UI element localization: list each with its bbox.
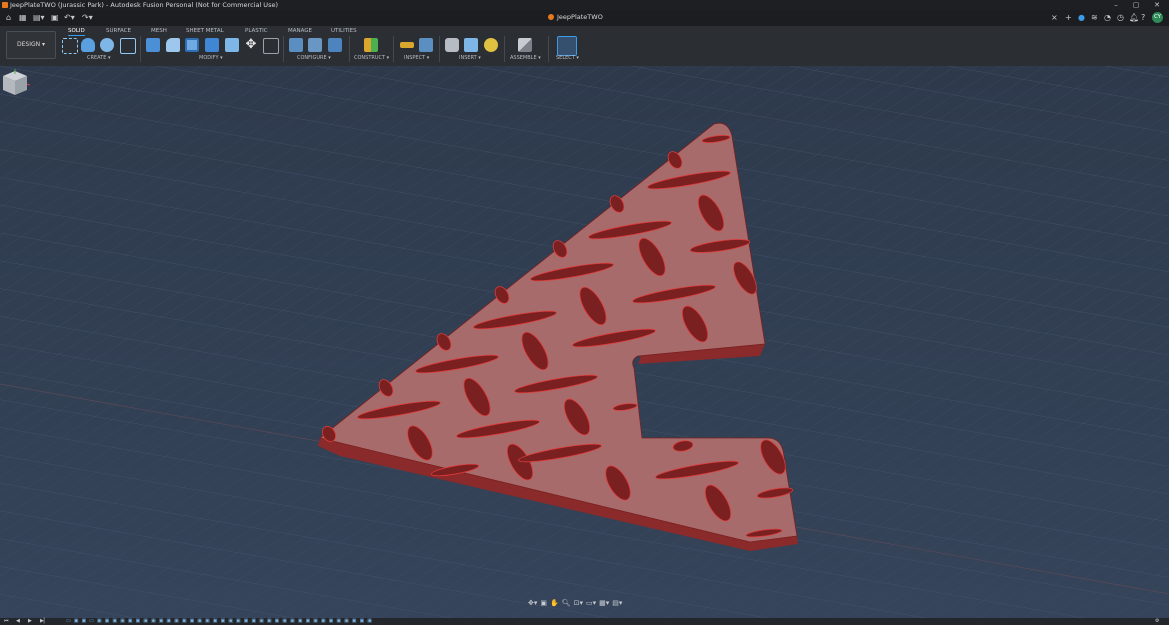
toolbar-ribbon: DESIGN ▾ SOLID SURFACE MESH SHEET METAL …	[0, 26, 1169, 67]
fillet-icon[interactable]	[166, 38, 180, 52]
extrude-icon[interactable]	[81, 38, 95, 52]
rectangle-pattern-icon[interactable]	[120, 38, 136, 54]
revolve-icon[interactable]	[100, 38, 114, 52]
combine-icon[interactable]	[205, 38, 219, 52]
viewports-icon[interactable]: ▤▾	[612, 599, 622, 607]
redo-icon[interactable]: ↷▾	[82, 13, 93, 22]
help-icon[interactable]: ?	[1141, 13, 1145, 22]
job-status-icon[interactable]: ◔	[1104, 13, 1111, 22]
divider	[504, 36, 505, 62]
save-icon[interactable]: ▣	[51, 13, 59, 22]
close-button[interactable]: ✕	[1150, 0, 1164, 10]
notifications-icon[interactable]: 🔔︎	[1129, 13, 1139, 22]
document-icon	[548, 14, 554, 20]
window-title: JeepPlateTWO (Jurassic Park) - Autodesk …	[10, 1, 278, 9]
document-tab-close[interactable]: ×	[1051, 13, 1058, 22]
timeline-play-icon[interactable]: ▶	[28, 618, 32, 625]
align-icon[interactable]	[263, 38, 279, 54]
divider	[283, 36, 284, 62]
model-canvas[interactable]	[0, 66, 1169, 618]
shell-icon[interactable]	[185, 38, 199, 52]
insert-mcmaster-icon[interactable]	[484, 38, 498, 52]
clock-icon[interactable]: ◷	[1117, 13, 1124, 22]
section-analysis-icon[interactable]	[419, 38, 433, 52]
document-tab-label: JeepPlateTWO	[557, 13, 603, 21]
extensions-icon[interactable]: ≋	[1091, 13, 1098, 22]
divider	[349, 36, 350, 62]
inspect-menu[interactable]: INSPECT ▾	[404, 55, 429, 61]
press-pull-icon[interactable]	[146, 38, 160, 52]
new-component-icon[interactable]	[518, 38, 532, 52]
divider	[548, 36, 549, 62]
tab-solid[interactable]: SOLID	[68, 28, 85, 36]
orbit-icon[interactable]: ✥▾	[528, 599, 537, 607]
offset-plane-icon[interactable]	[364, 38, 378, 52]
configuration-table-icon[interactable]	[328, 38, 342, 52]
move-copy-icon[interactable]: ✥	[244, 38, 258, 52]
tab-sheet-metal[interactable]: SHEET METAL	[186, 28, 224, 34]
fit-icon[interactable]: ⊡▾	[574, 599, 583, 607]
insert-canvas-icon[interactable]	[464, 38, 478, 52]
maximize-button[interactable]: ▢	[1129, 0, 1143, 10]
configure-icon[interactable]	[289, 38, 303, 52]
tab-mesh[interactable]: MESH	[151, 28, 167, 34]
viewcube[interactable]	[0, 66, 30, 96]
canvas-viewport[interactable]	[0, 66, 1169, 618]
workspace-switcher[interactable]: DESIGN ▾	[6, 31, 56, 59]
tab-utilities[interactable]: UTILITIES	[331, 28, 357, 34]
insert-menu[interactable]: INSERT ▾	[459, 55, 481, 61]
assemble-menu[interactable]: ASSEMBLE ▾	[510, 55, 541, 61]
navigation-bar: ✥▾ ▣ ✋ 🔍︎ ⊡▾ ▭▾ ▦▾ ▤▾	[528, 599, 640, 609]
tab-manage[interactable]: MANAGE	[288, 28, 312, 34]
new-tab-icon[interactable]: +	[1065, 13, 1072, 22]
modify-menu[interactable]: MODIFY ▾	[199, 55, 223, 61]
divider	[393, 36, 394, 62]
grid-apps-icon[interactable]: ▦	[19, 13, 27, 22]
tab-plastic[interactable]: PLASTIC	[245, 28, 268, 34]
parameters-icon[interactable]	[308, 38, 322, 52]
timeline-next-icon[interactable]: ▶▏	[40, 618, 48, 625]
create-menu[interactable]: CREATE ▾	[87, 55, 110, 61]
select-menu[interactable]: SELECT ▾	[556, 55, 579, 61]
avatar[interactable]: CY	[1152, 12, 1163, 23]
timeline-features[interactable]: ▭▣▣▭▣▣▣▣▣▣▣▣▣▣▣▣▣▣▣▣▣▣▣▣▣▣▣▣▣▣▣▣▣▣▣▣▣▣▣▣	[66, 618, 375, 625]
minimize-button[interactable]: –	[1109, 0, 1123, 10]
undo-icon[interactable]: ↶▾	[64, 13, 75, 22]
tab-surface[interactable]: SURFACE	[106, 28, 131, 34]
timeline-start-icon[interactable]: ⏮	[4, 618, 9, 625]
configure-menu[interactable]: CONFIGURE ▾	[297, 55, 331, 61]
display-settings-icon[interactable]: ▭▾	[586, 599, 596, 607]
create-sketch-icon[interactable]	[62, 38, 78, 54]
construct-menu[interactable]: CONSTRUCT ▾	[354, 55, 389, 61]
divider	[439, 36, 440, 62]
timeline-settings-icon[interactable]: ⚙	[1155, 618, 1159, 625]
measure-icon[interactable]	[400, 42, 414, 48]
split-body-icon[interactable]	[225, 38, 239, 52]
pan-icon[interactable]: ✋	[550, 599, 559, 607]
home-icon[interactable]: ⌂	[6, 13, 11, 22]
document-tab[interactable]: JeepPlateTWO	[548, 13, 603, 21]
fusion-logo-icon	[2, 2, 8, 8]
zoom-icon[interactable]: 🔍︎	[562, 599, 571, 607]
insert-derive-icon[interactable]	[445, 38, 459, 52]
online-status-icon[interactable]: ●	[1078, 13, 1085, 22]
title-bar: JeepPlateTWO (Jurassic Park) - Autodesk …	[0, 0, 1169, 10]
select-icon[interactable]	[557, 36, 577, 56]
divider	[140, 36, 141, 62]
look-at-icon[interactable]: ▣	[540, 599, 547, 607]
grid-settings-icon[interactable]: ▦▾	[599, 599, 609, 607]
timeline-bar: ⏮ ◀ ▶ ▶▏ ▭▣▣▭▣▣▣▣▣▣▣▣▣▣▣▣▣▣▣▣▣▣▣▣▣▣▣▣▣▣▣…	[0, 618, 1169, 625]
timeline-prev-icon[interactable]: ◀	[16, 618, 20, 625]
quick-access-bar: ⌂ ▦ ▤▾ ▣ ↶▾ ↷▾ JeepPlateTWO × + ● ≋ ◔ ◷ …	[0, 10, 1169, 26]
file-menu-icon[interactable]: ▤▾	[33, 13, 45, 22]
